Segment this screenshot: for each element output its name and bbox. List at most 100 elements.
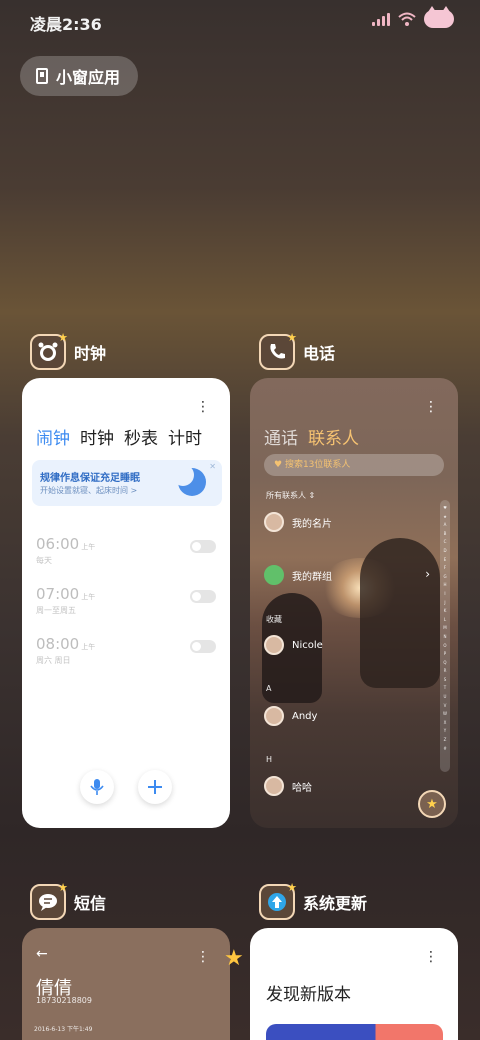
avatar [264, 706, 284, 726]
star-badge-icon: ★ [58, 881, 68, 894]
alphabet-index-letter[interactable]: B [444, 530, 447, 539]
section-header-h: H [266, 755, 273, 764]
contact-h[interactable]: 哈哈 [264, 776, 312, 796]
contact-name: Andy [292, 710, 318, 722]
alphabet-index-letter[interactable]: ♥ [443, 504, 447, 513]
alphabet-index-letter[interactable]: K [444, 607, 447, 616]
alarm-row[interactable]: 07:00 上午 周一至周五 [36, 584, 216, 620]
search-placeholder: 搜索13位联系人 [284, 460, 351, 470]
alphabet-index-letter[interactable]: G [443, 573, 446, 582]
alphabet-index-letter[interactable]: E [444, 556, 447, 565]
all-contacts-filter[interactable]: 所有联系人 ⇕ [266, 490, 315, 501]
alphabet-index-letter[interactable]: H [443, 581, 446, 590]
contact-my-groups[interactable]: 我的群组 [264, 565, 332, 585]
contact-search-input[interactable]: ♥ 搜索13位联系人 [264, 454, 444, 476]
alarm-days: 每天 [36, 556, 52, 565]
close-icon[interactable]: ✕ [209, 462, 216, 471]
alphabet-index-letter[interactable]: # [443, 745, 446, 754]
small-window-label: 小窗应用 [56, 68, 121, 87]
phone-icon [270, 344, 285, 359]
contact-my-card[interactable]: 我的名片 [264, 512, 332, 532]
small-window-icon [36, 68, 48, 84]
heart-icon: ♥ [274, 460, 283, 470]
alarm-toggle[interactable] [190, 590, 216, 603]
section-header-a: A [266, 684, 272, 693]
update-app-name: 系统更新 [303, 894, 368, 913]
alphabet-index-letter[interactable]: L [444, 616, 446, 625]
alphabet-index-letter[interactable]: S [444, 676, 447, 685]
tab-calls[interactable]: 通话 [264, 424, 298, 449]
alphabet-index-letter[interactable]: Q [443, 659, 446, 668]
upload-arrow-icon [268, 893, 286, 911]
alphabet-index-letter[interactable]: I [444, 590, 445, 599]
phone-recent-card[interactable]: ⋮ 通话 联系人 ♥ 搜索13位联系人 所有联系人 ⇕ 我的名片 我的群组 › … [250, 378, 458, 828]
contact-a[interactable]: Andy [264, 706, 317, 726]
alphabet-index[interactable]: ♥ ★ A B C D E F G H I J K L M N O P Q R S T U V W X Y Z # [440, 500, 450, 772]
contact-name: Nicole [292, 639, 323, 651]
alphabet-index-letter[interactable]: U [444, 693, 447, 702]
sms-app-header[interactable]: ★ 短信 [30, 881, 106, 920]
star-badge-icon: ★ [58, 331, 68, 344]
contact-name: 哈哈 [292, 782, 312, 794]
sms-recent-card[interactable]: ← ⋮ 倩倩 18730218809 2016-6-13 下午1:49 [22, 928, 230, 1040]
alarm-time: 08:00 [36, 635, 80, 653]
alphabet-index-letter[interactable]: X [444, 719, 447, 728]
phone-app-header[interactable]: ★ 电话 [259, 331, 335, 370]
alphabet-index-letter[interactable]: P [444, 650, 446, 659]
alphabet-index-letter[interactable]: C [444, 538, 447, 547]
back-arrow-icon[interactable]: ← [36, 946, 48, 962]
alphabet-index-letter[interactable]: Z [444, 736, 447, 745]
alarm-toggle[interactable] [190, 640, 216, 653]
alarm-row[interactable]: 08:00 上午 周六 周日 [36, 634, 216, 670]
more-options-icon[interactable]: ⋮ [196, 950, 210, 964]
wallpaper-figure [360, 538, 440, 688]
status-icons [372, 6, 454, 28]
add-alarm-button[interactable] [138, 770, 172, 804]
alphabet-index-letter[interactable]: J [444, 599, 445, 608]
alarm-ampm: 上午 [81, 643, 96, 651]
more-options-icon[interactable]: ⋮ [424, 950, 438, 964]
contact-favorite[interactable]: Nicole [264, 635, 323, 655]
microphone-icon [90, 779, 104, 795]
alphabet-index-letter[interactable]: O [443, 642, 446, 651]
status-time: 凌晨2:36 [30, 15, 102, 34]
more-options-icon[interactable]: ⋮ [196, 400, 210, 414]
star-badge-icon: ★ [287, 881, 297, 894]
voice-button[interactable] [80, 770, 114, 804]
floating-star-icon: ★ [224, 946, 244, 971]
alphabet-index-letter[interactable]: D [443, 547, 446, 556]
all-contacts-label: 所有联系人 [266, 491, 306, 500]
alphabet-index-letter[interactable]: R [444, 667, 447, 676]
alphabet-index-letter[interactable]: ★ [443, 513, 447, 522]
wifi-icon [398, 12, 416, 26]
tab-alarm[interactable]: 闹钟 [36, 424, 70, 449]
more-options-icon[interactable]: ⋮ [424, 400, 438, 414]
tab-contacts[interactable]: 联系人 [308, 424, 359, 449]
alphabet-index-letter[interactable]: M [443, 624, 446, 633]
alphabet-index-letter[interactable]: Y [444, 727, 446, 736]
update-recent-card[interactable]: ⋮ 发现新版本 [250, 928, 458, 1040]
alphabet-index-letter[interactable]: V [444, 702, 447, 711]
alarm-clock-icon [38, 342, 58, 361]
sleep-banner[interactable]: 规律作息保证充足睡眠 开始设置就寝、起床时间 > ✕ [32, 460, 222, 506]
alphabet-index-letter[interactable]: N [444, 633, 447, 642]
chevron-right-icon: › [425, 567, 430, 581]
tab-clock[interactable]: 时钟 [80, 424, 114, 449]
small-window-apps-button[interactable]: 小窗应用 [20, 56, 138, 96]
tab-stopwatch[interactable]: 秒表 [124, 424, 158, 449]
avatar [264, 776, 284, 796]
update-app-header[interactable]: ★ 系统更新 [259, 881, 368, 920]
alarm-row[interactable]: 06:00 上午 每天 [36, 534, 216, 570]
favorite-star-button[interactable]: ★ [418, 790, 446, 818]
alphabet-index-letter[interactable]: A [444, 521, 447, 530]
avatar [264, 512, 284, 532]
tab-timer[interactable]: 计时 [168, 424, 202, 449]
alphabet-index-letter[interactable]: F [444, 564, 446, 573]
alarm-toggle[interactable] [190, 540, 216, 553]
clock-app-header[interactable]: ★ 时钟 [30, 331, 106, 370]
alphabet-index-letter[interactable]: T [444, 684, 446, 693]
clock-recent-card[interactable]: ⋮ 闹钟 时钟 秒表 计时 规律作息保证充足睡眠 开始设置就寝、起床时间 > ✕… [22, 378, 230, 828]
message-icon [39, 894, 57, 911]
sms-date: 2016-6-13 下午1:49 [34, 1026, 93, 1033]
alphabet-index-letter[interactable]: W [443, 710, 447, 719]
